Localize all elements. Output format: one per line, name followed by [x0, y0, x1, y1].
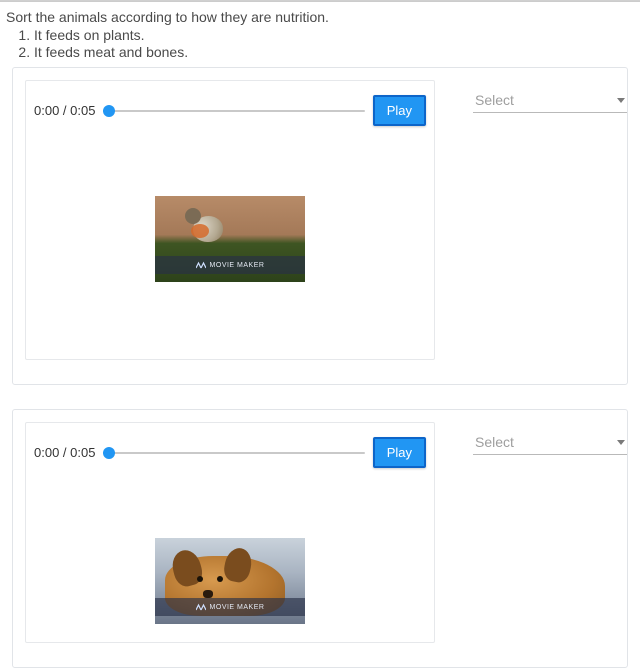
time-display: 0:00 / 0:05: [34, 103, 95, 118]
video-thumbnail-dog: MOVIE MAKER: [155, 538, 305, 624]
time-display: 0:00 / 0:05: [34, 445, 95, 460]
movie-maker-logo-icon: [196, 602, 206, 612]
question-text: Sort the animals according to how they a…: [6, 9, 634, 25]
watermark-band: MOVIE MAKER: [155, 256, 305, 274]
instructions-block: Sort the animals according to how they a…: [0, 2, 640, 67]
select-column: Select: [435, 80, 627, 360]
video-thumbnail-wrap: MOVIE MAKER: [34, 538, 426, 624]
play-button[interactable]: Play: [373, 437, 426, 468]
select-placeholder: Select: [475, 92, 514, 108]
question-card: 0:00 / 0:05 Play MOVIE MAKER: [12, 67, 628, 385]
option-item: It feeds meat and bones.: [34, 44, 634, 60]
category-select[interactable]: Select: [473, 432, 627, 455]
video-thumbnail-bird: MOVIE MAKER: [155, 196, 305, 282]
slider-track: [103, 452, 364, 454]
video-thumbnail-wrap: MOVIE MAKER: [34, 196, 426, 282]
slider-track: [103, 110, 364, 112]
seek-slider[interactable]: [103, 103, 364, 119]
player-row: 0:00 / 0:05 Play: [34, 95, 426, 126]
media-column: 0:00 / 0:05 Play: [25, 422, 435, 643]
watermark-band: MOVIE MAKER: [155, 598, 305, 616]
media-column: 0:00 / 0:05 Play MOVIE MAKER: [25, 80, 435, 360]
watermark-text: MOVIE MAKER: [210, 604, 265, 611]
option-item: It feeds on plants.: [34, 27, 634, 43]
movie-maker-logo-icon: [196, 260, 206, 270]
select-placeholder: Select: [475, 434, 514, 450]
seek-slider[interactable]: [103, 445, 364, 461]
option-list: It feeds on plants. It feeds meat and bo…: [34, 27, 634, 60]
question-card: 0:00 / 0:05 Play: [12, 409, 628, 668]
category-select[interactable]: Select: [473, 90, 627, 113]
select-column: Select: [435, 422, 627, 643]
play-button[interactable]: Play: [373, 95, 426, 126]
slider-thumb[interactable]: [103, 447, 115, 459]
player-row: 0:00 / 0:05 Play: [34, 437, 426, 468]
slider-thumb[interactable]: [103, 105, 115, 117]
chevron-down-icon: [617, 440, 625, 445]
chevron-down-icon: [617, 98, 625, 103]
watermark-text: MOVIE MAKER: [210, 262, 265, 269]
